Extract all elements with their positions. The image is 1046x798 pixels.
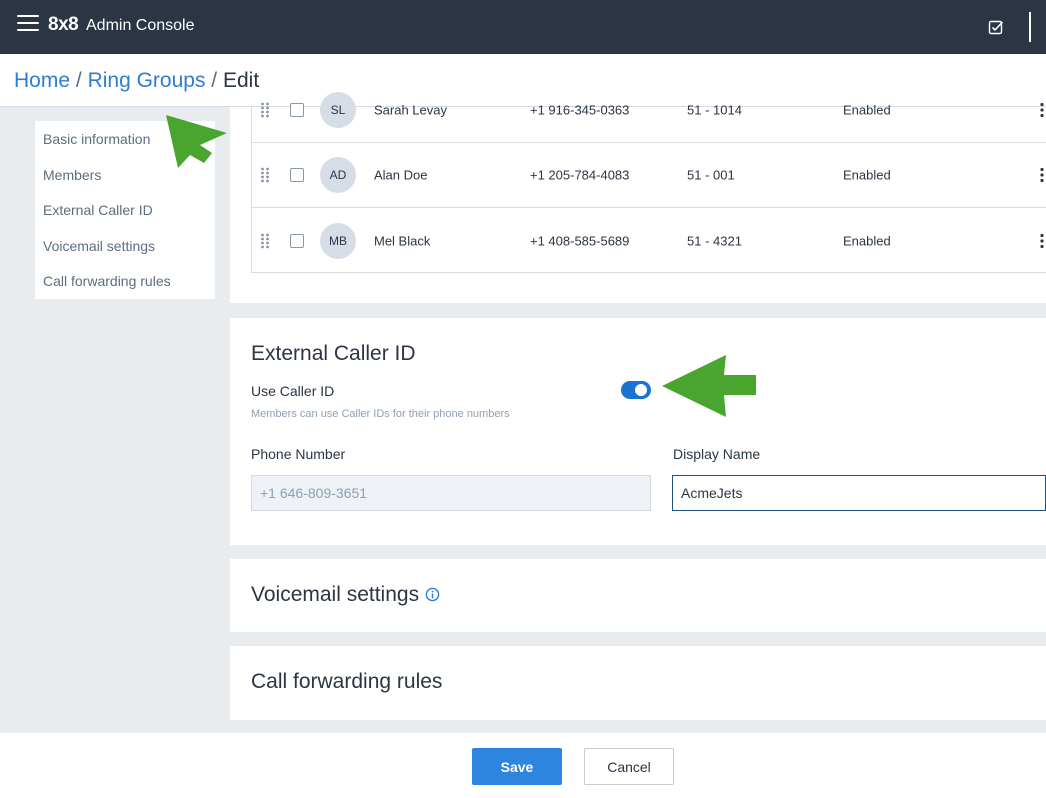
display-name-field[interactable] [672, 475, 1046, 511]
member-name: Alan Doe [374, 167, 428, 183]
table-row: SL Sarah Levay +1 916-345-0363 51 - 1014… [252, 78, 1046, 143]
use-caller-id-label: Use Caller ID [251, 383, 335, 399]
members-table: SL Sarah Levay +1 916-345-0363 51 - 1014… [251, 92, 1046, 273]
use-caller-id-hint: Members can use Caller IDs for their pho… [251, 408, 510, 420]
top-bar-divider [1029, 12, 1031, 42]
call-forwarding-rules-card: Call forwarding rules [230, 646, 1046, 720]
footer-actions: Save Cancel [0, 733, 1046, 798]
member-name: Sarah Levay [374, 102, 447, 118]
voicemail-settings-card: Voicemail settings [230, 559, 1046, 632]
member-extension: 51 - 001 [687, 167, 735, 183]
avatar: MB [320, 222, 356, 259]
save-button[interactable]: Save [472, 748, 562, 785]
nav-item-external-caller-id[interactable]: External Caller ID [35, 201, 215, 237]
member-phone: +1 916-345-0363 [530, 102, 630, 118]
member-status: Enabled [843, 233, 891, 248]
call-forwarding-rules-title: Call forwarding rules [251, 670, 443, 693]
row-checkbox[interactable] [290, 233, 304, 248]
brand-logo: 8x8 [48, 14, 79, 35]
row-checkbox[interactable] [290, 103, 304, 117]
breadcrumb-home-link[interactable]: Home [14, 69, 70, 92]
member-extension: 51 - 4321 [687, 233, 742, 248]
table-row: AD Alan Doe +1 205-784-4083 51 - 001 Ena… [252, 143, 1046, 208]
cancel-button[interactable]: Cancel [584, 748, 674, 785]
members-card: SL Sarah Levay +1 916-345-0363 51 - 1014… [230, 92, 1046, 303]
table-row: MB Mel Black +1 408-585-5689 51 - 4321 E… [252, 208, 1046, 273]
phone-number-field[interactable] [251, 475, 651, 511]
drag-handle-icon[interactable] [260, 233, 270, 249]
member-extension: 51 - 1014 [687, 102, 742, 118]
kebab-menu-icon[interactable] [1039, 233, 1045, 249]
nav-item-call-forwarding-rules[interactable]: Call forwarding rules [35, 272, 215, 308]
member-status: Enabled [843, 167, 891, 183]
task-checkbox-icon[interactable] [988, 19, 1004, 35]
avatar: AD [320, 157, 356, 193]
breadcrumb: Home / Ring Groups / Edit [14, 69, 259, 93]
breadcrumb-separator: / [75, 69, 82, 92]
breadcrumb-ring-groups-link[interactable]: Ring Groups [88, 69, 206, 92]
voicemail-settings-title: Voicemail settings [251, 583, 440, 607]
nav-item-voicemail-settings[interactable]: Voicemail settings [35, 237, 215, 273]
info-icon[interactable] [425, 587, 440, 602]
avatar: SL [320, 92, 356, 128]
member-name: Mel Black [374, 233, 431, 248]
row-checkbox[interactable] [290, 168, 304, 182]
hamburger-menu-icon[interactable] [17, 15, 39, 33]
annotation-arrow-icon [166, 115, 227, 168]
kebab-menu-icon[interactable] [1039, 167, 1045, 183]
drag-handle-icon[interactable] [260, 102, 270, 118]
breadcrumb-separator: / [211, 69, 218, 92]
display-name-label: Display Name [673, 446, 761, 462]
drag-handle-icon[interactable] [260, 167, 270, 183]
kebab-menu-icon[interactable] [1039, 102, 1045, 118]
phone-number-label: Phone Number [251, 446, 346, 462]
external-caller-id-card: External Caller ID Use Caller ID Members… [230, 318, 1046, 545]
member-phone: +1 408-585-5689 [530, 233, 630, 248]
nav-item-members[interactable]: Members [35, 166, 215, 202]
use-caller-id-toggle[interactable] [621, 381, 651, 399]
annotation-arrow-icon [662, 355, 756, 417]
external-caller-id-title: External Caller ID [251, 342, 416, 365]
member-phone: +1 205-784-4083 [530, 167, 630, 183]
top-bar: 8x8 Admin Console [0, 0, 1046, 54]
member-status: Enabled [843, 102, 891, 118]
toggle-knob [635, 384, 647, 396]
voicemail-settings-title-text: Voicemail settings [251, 583, 420, 606]
app-title: Admin Console [86, 17, 195, 34]
